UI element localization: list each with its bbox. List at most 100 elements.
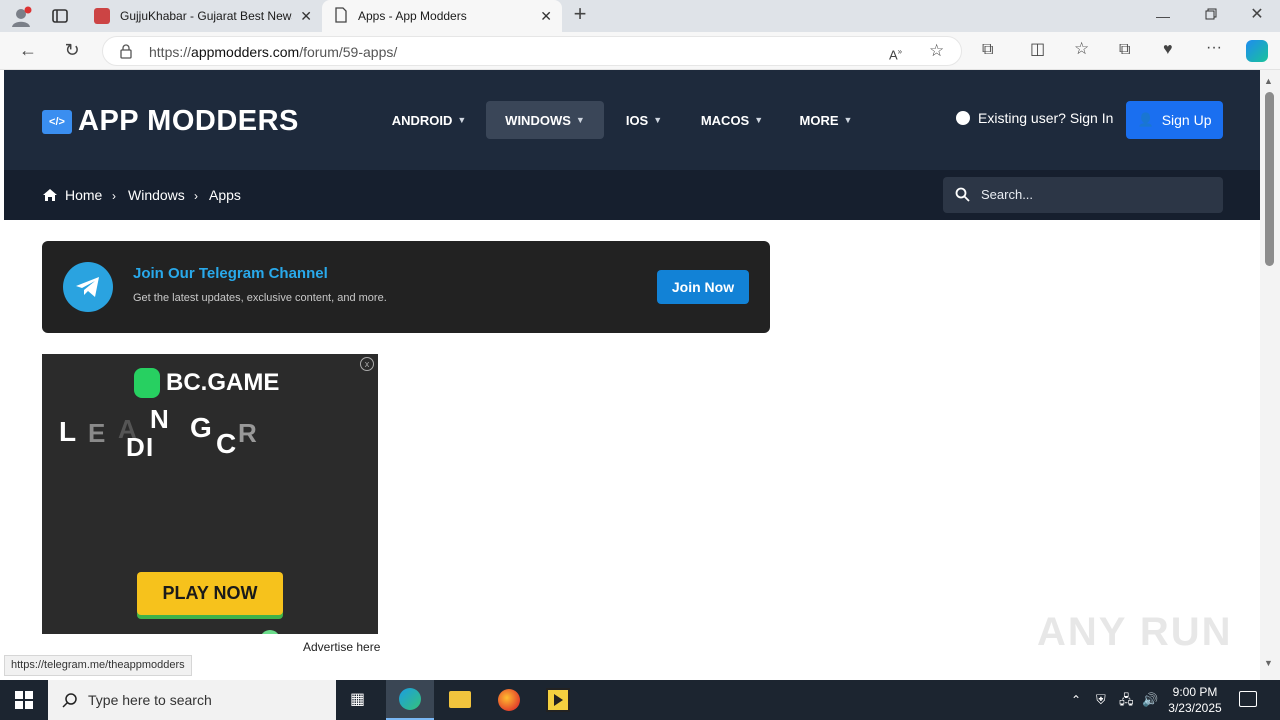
close-tab-icon[interactable]: ✕ bbox=[300, 8, 312, 25]
notifications-icon[interactable] bbox=[1239, 691, 1257, 707]
more-menu-icon[interactable]: ··· bbox=[1206, 40, 1222, 56]
chevron-down-icon: ▼ bbox=[843, 115, 853, 125]
clock[interactable]: 9:00 PM 3/23/2025 bbox=[1164, 684, 1226, 716]
ad-choices-icon[interactable]: x bbox=[360, 357, 374, 371]
ad-decoration bbox=[260, 630, 280, 634]
collections-icon[interactable]: ⧉ bbox=[1119, 42, 1130, 58]
ad-brand: BC.GAME bbox=[134, 368, 279, 398]
telegram-icon bbox=[63, 262, 113, 312]
ad-letter: L bbox=[59, 416, 77, 447]
extensions-icon[interactable]: ⧉ bbox=[982, 42, 993, 58]
file-explorer-icon[interactable] bbox=[449, 691, 471, 708]
profile-icon[interactable] bbox=[10, 6, 32, 28]
tray-app-icon[interactable]: ⛨ bbox=[1096, 692, 1106, 708]
taskbar-search-placeholder: Type here to search bbox=[88, 692, 212, 708]
task-view-icon[interactable]: ▦ bbox=[350, 692, 365, 708]
site-logo[interactable]: </> APP MODDERS bbox=[42, 105, 299, 138]
status-url: https://telegram.me/theappmodders bbox=[4, 655, 192, 676]
chevron-down-icon: ▼ bbox=[653, 115, 663, 125]
page-favicon-icon bbox=[334, 6, 348, 26]
search-icon bbox=[62, 692, 78, 713]
read-aloud-icon[interactable]: A» bbox=[889, 44, 902, 63]
add-user-icon: 👤 bbox=[1137, 112, 1154, 127]
advertise-here-link[interactable]: Advertise here bbox=[303, 640, 380, 654]
performance-icon[interactable]: ♥ bbox=[1163, 42, 1173, 58]
url-text: https://appmodders.com/forum/59-apps/ bbox=[149, 44, 398, 60]
chevron-right-icon: › bbox=[194, 189, 198, 203]
nav-ios[interactable]: IOS ▼ bbox=[616, 101, 672, 139]
breadcrumb-home[interactable]: Home bbox=[65, 187, 102, 203]
refresh-icon[interactable]: ↻ bbox=[62, 41, 82, 59]
clock-time: 9:00 PM bbox=[1172, 685, 1218, 699]
search-placeholder: Search... bbox=[981, 187, 1034, 202]
join-now-button[interactable]: Join Now bbox=[657, 270, 749, 304]
media-player-icon[interactable] bbox=[546, 688, 570, 712]
nav-more[interactable]: MORE ▼ bbox=[790, 101, 862, 139]
ad-letter: G bbox=[190, 412, 212, 443]
home-icon[interactable] bbox=[42, 188, 58, 207]
windows-taskbar: Type here to search ▦ ⌃ ⛨ 🖧 🔊 9:00 PM 3/… bbox=[0, 680, 1280, 720]
nav-android[interactable]: ANDROID ▼ bbox=[384, 101, 474, 139]
volume-icon[interactable]: 🔊 bbox=[1142, 692, 1158, 708]
edge-app-icon[interactable] bbox=[386, 680, 434, 720]
nav-macos[interactable]: MACOS ▼ bbox=[690, 101, 774, 139]
tab-gujjukhabar[interactable]: GujjuKhabar - Gujarat Best News ✕ bbox=[84, 0, 322, 32]
address-toolbar: ← ↻ https://appmodders.com/forum/59-apps… bbox=[0, 32, 1280, 70]
user-icon bbox=[956, 111, 970, 125]
tab-actions-icon[interactable] bbox=[51, 7, 69, 25]
search-icon bbox=[955, 187, 970, 207]
tray-chevron-up-icon[interactable]: ⌃ bbox=[1071, 692, 1081, 708]
scrollbar-thumb[interactable] bbox=[1265, 92, 1274, 266]
ad-letter: R bbox=[238, 418, 257, 448]
telegram-banner: Join Our Telegram Channel Get the latest… bbox=[42, 241, 770, 333]
lock-icon bbox=[119, 44, 133, 64]
page-scrollbar[interactable]: ▲ ▼ bbox=[1260, 70, 1280, 680]
search-input[interactable]: Search... bbox=[943, 177, 1223, 213]
address-bar[interactable]: https://appmodders.com/forum/59-apps/ A»… bbox=[102, 36, 962, 66]
ad-letter: D bbox=[126, 432, 145, 462]
close-tab-icon[interactable]: ✕ bbox=[540, 8, 552, 25]
sign-in-link[interactable]: Existing user? Sign In bbox=[956, 110, 1113, 126]
nav-windows[interactable]: WINDOWS ▼ bbox=[486, 101, 604, 139]
breadcrumb-windows[interactable]: Windows bbox=[128, 187, 185, 203]
new-tab-icon[interactable]: + bbox=[570, 3, 590, 25]
tab-title: GujjuKhabar - Gujarat Best News bbox=[120, 9, 292, 23]
ad-letter: C bbox=[216, 428, 237, 459]
advertisement[interactable]: x BC.GAME L E A D I N G C R PLAY NOW bbox=[42, 354, 378, 634]
back-icon[interactable]: ← bbox=[18, 41, 38, 59]
news-favicon-icon bbox=[94, 8, 110, 24]
close-window-icon[interactable]: ✕ bbox=[1248, 7, 1266, 23]
restore-icon[interactable] bbox=[1203, 8, 1219, 24]
favorite-star-icon[interactable]: ☆ bbox=[929, 42, 944, 59]
telegram-title: Join Our Telegram Channel bbox=[133, 265, 328, 282]
ad-letter: E bbox=[88, 418, 106, 448]
copilot-icon[interactable] bbox=[1246, 40, 1268, 62]
firefox-icon[interactable] bbox=[498, 689, 520, 711]
tab-title: Apps - App Modders bbox=[358, 9, 467, 23]
network-icon[interactable]: 🖧 bbox=[1119, 692, 1134, 708]
browser-tab-bar: GujjuKhabar - Gujarat Best News ✕ Apps -… bbox=[0, 0, 1280, 32]
code-logo-icon: </> bbox=[42, 109, 72, 134]
web-page: </> APP MODDERS ANDROID ▼ WINDOWS ▼ IOS ▼ M… bbox=[4, 70, 1260, 680]
chevron-down-icon: ▼ bbox=[457, 115, 467, 125]
play-now-button[interactable]: PLAY NOW bbox=[137, 572, 283, 615]
split-screen-icon[interactable]: ◫ bbox=[1030, 42, 1045, 58]
chevron-down-icon: ▼ bbox=[575, 115, 585, 125]
favorites-icon[interactable]: ☆ bbox=[1074, 40, 1089, 57]
chevron-down-icon: ▼ bbox=[754, 115, 764, 125]
anyrun-watermark: ANY RUN bbox=[1037, 610, 1233, 654]
bc-game-logo-icon bbox=[134, 368, 160, 398]
taskbar-search-input[interactable]: Type here to search bbox=[48, 680, 336, 720]
minimize-icon[interactable]: — bbox=[1155, 8, 1171, 24]
chevron-right-icon: › bbox=[112, 189, 116, 203]
site-header: </> APP MODDERS ANDROID ▼ WINDOWS ▼ IOS ▼ M… bbox=[4, 70, 1260, 170]
start-icon[interactable] bbox=[15, 691, 33, 714]
breadcrumb-apps[interactable]: Apps bbox=[209, 187, 241, 203]
ad-letter: N bbox=[150, 404, 169, 434]
tab-app-modders[interactable]: Apps - App Modders ✕ bbox=[322, 0, 562, 32]
telegram-subtitle: Get the latest updates, exclusive conten… bbox=[133, 292, 387, 304]
clock-date: 3/23/2025 bbox=[1168, 701, 1222, 715]
scroll-up-icon[interactable]: ▲ bbox=[1264, 76, 1273, 86]
sign-up-button[interactable]: 👤 Sign Up bbox=[1126, 101, 1223, 139]
scroll-down-icon[interactable]: ▼ bbox=[1264, 658, 1273, 668]
